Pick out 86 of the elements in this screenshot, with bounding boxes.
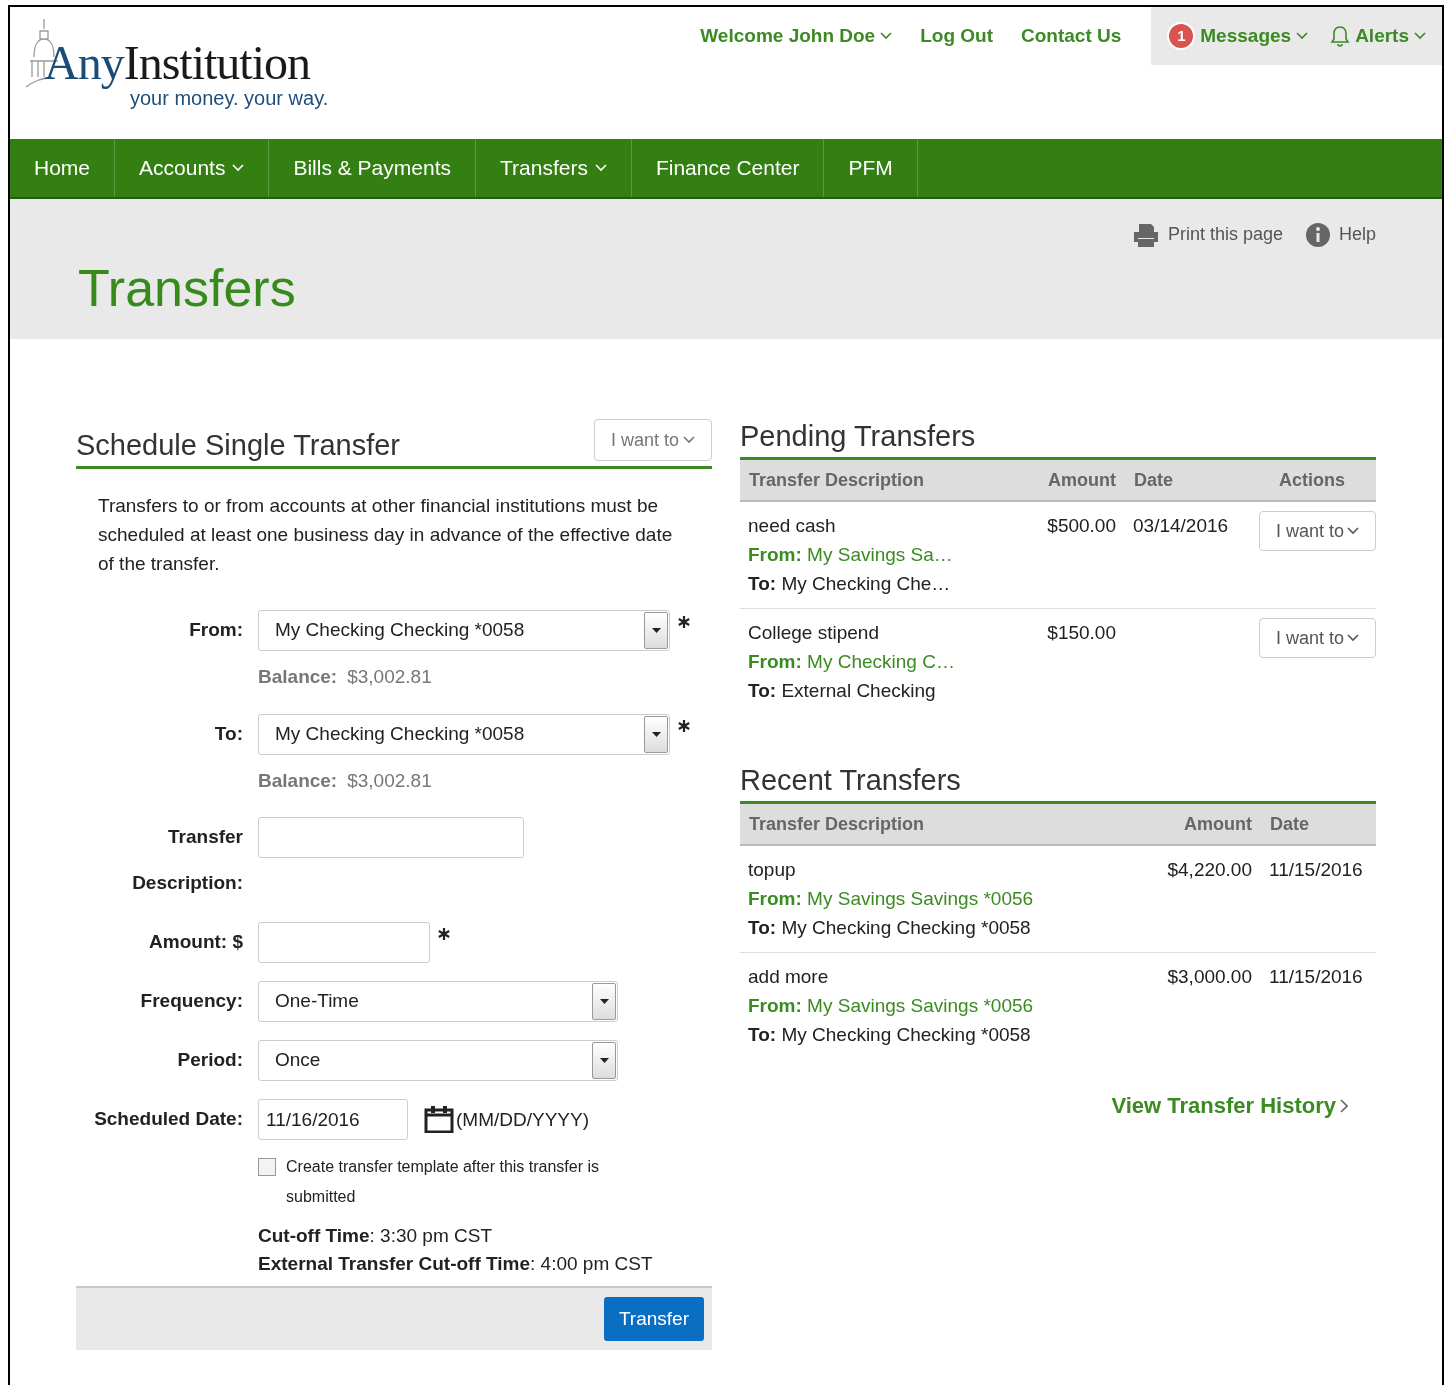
field-label: To: [213,721,243,746]
column-header: Date [1133,468,1174,492]
amount-cell-text: $3,000.00 [1166,965,1252,989]
bell-icon [1330,25,1351,47]
nav-item[interactable]: PFM [824,139,918,197]
input-field[interactable] [258,817,524,858]
checkbox-label: Create transfer template after this transfer is submitted [286,1157,600,1207]
top-link[interactable]: Log Out [920,21,993,51]
chevron-down-icon [1296,32,1309,40]
balance-label: Balance: [258,768,338,793]
date-cell-text: 03/14/2016 [1132,514,1230,538]
chevron-down-icon [594,164,607,172]
nav-item[interactable]: Finance Center [631,139,825,197]
tool-link[interactable]: Print this page [1131,221,1283,248]
column-header: Actions [1278,468,1346,492]
transfer-button[interactable]: Transfer [603,1297,704,1341]
i-want-to-button[interactable]: I want to [1258,618,1376,658]
field-label: From: [188,618,243,642]
chevron-down-icon [880,32,893,40]
to-account: To: My Checking Checking *0058 [748,1023,1032,1047]
chevron-down-icon [683,436,695,444]
cutoff-time-text: Cut-off Time: 3:30 pm CST [258,1224,494,1248]
to-account: To: My Checking Che… [748,572,952,596]
transfer-description: topup [748,858,797,882]
field-label: Period: [176,1048,243,1072]
field-label: Amount: $ [148,930,243,954]
column-header: Transfer Description [748,812,926,836]
logo-text: AnyInstitution [44,39,312,87]
to-account: To: External Checking [748,679,937,703]
select-field[interactable]: One-Time [258,981,618,1022]
input-field[interactable] [258,922,430,963]
chevron-down-icon [1347,527,1359,535]
top-link[interactable]: 1 Messages [1167,21,1309,51]
transfer-description: need cash [748,514,837,538]
from-account: From: My Checking C… [748,650,956,674]
amount-cell-text: $150.00 [1046,621,1116,645]
transfer-description: College stipend [748,621,880,645]
field-label: Transfer Description: [131,825,243,895]
printer-icon [1131,221,1160,248]
top-link[interactable]: Contact Us [1021,21,1122,51]
info-icon [1304,221,1331,248]
column-header: Transfer Description [748,468,926,492]
balance-value: $3,002.81 [347,665,432,689]
from-account: From: My Savings Savings *0056 [748,994,1035,1018]
i-want-to-button[interactable]: I want to [1258,511,1376,551]
date-field[interactable]: 11/16/2016 [258,1099,408,1140]
amount-cell-text: $4,220.00 [1166,858,1252,882]
column-header: Amount [1183,812,1252,836]
i-want-to-button[interactable]: I want to [593,419,712,461]
from-account: From: My Savings Sa… [748,543,954,567]
select-field[interactable]: My Checking Checking *0058 [258,713,670,755]
checkbox[interactable] [258,1158,276,1176]
balance-value: $3,002.81 [347,768,432,793]
from-account: From: My Savings Savings *0056 [748,887,1035,911]
amount-cell-text: $500.00 [1046,514,1116,538]
chevron-down-icon [1347,634,1359,642]
logo-tagline: your money. your way. [130,87,329,109]
top-link[interactable]: Alerts [1330,21,1426,51]
column-header: Date [1269,812,1310,836]
field-label: Frequency: [139,989,243,1013]
cutoff-time-text: External Transfer Cut-off Time: 4:00 pm CST [258,1252,654,1276]
date-cell-text: 11/15/2016 [1268,858,1364,882]
chevron-down-icon [232,164,245,172]
chevron-right-icon [1340,1098,1348,1113]
section-title: Schedule Single Transfer [76,428,401,462]
nav-item[interactable]: Bills & Payments [269,139,476,197]
transfer-description: add more [748,965,830,989]
select-field[interactable]: My Checking Checking *0058 [258,610,670,651]
calendar-icon [424,1105,454,1133]
field-label: Scheduled Date: [93,1107,243,1131]
nav-item[interactable]: Accounts [115,139,270,197]
page-title: Transfers [78,258,296,319]
top-link[interactable]: Welcome John Doe [700,21,893,51]
nav-item[interactable]: Transfers [476,139,632,197]
message-count-badge: 1 [1167,22,1196,50]
select-field[interactable]: Once [258,1040,618,1081]
chevron-down-icon [1414,32,1426,40]
nav-item[interactable]: Home [10,139,116,197]
date-format-hint: (MM/DD/YYYY) [456,1108,589,1132]
balance-label: Balance: [258,665,338,689]
tool-link[interactable]: Help [1304,221,1376,248]
column-header: Amount [1047,468,1116,492]
date-cell-text: 11/15/2016 [1268,965,1364,989]
to-account: To: My Checking Checking *0058 [748,916,1032,940]
view-history-link[interactable]: View Transfer History [1111,1089,1348,1122]
notice-text: Transfers to or from accounts at other financial institutions must be scheduled at least one business day in advance of the effective date of the transfer. [97,494,674,576]
